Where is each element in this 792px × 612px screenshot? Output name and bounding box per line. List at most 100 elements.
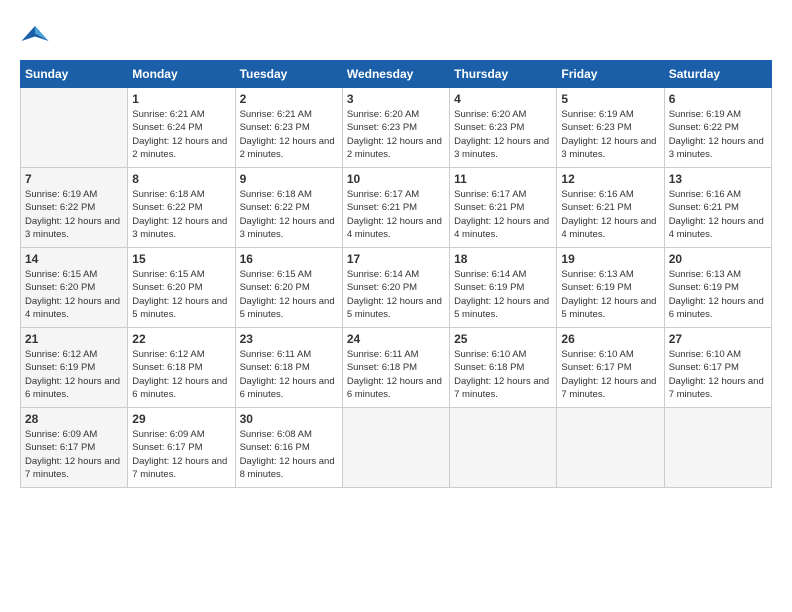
day-number: 19 (561, 252, 659, 266)
calendar-cell: 19 Sunrise: 6:13 AMSunset: 6:19 PMDayligh… (557, 248, 664, 328)
calendar-cell: 7 Sunrise: 6:19 AMSunset: 6:22 PMDaylight… (21, 168, 128, 248)
cell-info: Sunrise: 6:18 AMSunset: 6:22 PMDaylight:… (240, 189, 335, 240)
calendar-cell: 5 Sunrise: 6:19 AMSunset: 6:23 PMDaylight… (557, 88, 664, 168)
logo (20, 20, 54, 50)
cell-info: Sunrise: 6:20 AMSunset: 6:23 PMDaylight:… (454, 109, 549, 160)
calendar-cell: 28Sunrise: 6:09 AMSunset: 6:17 PMDayligh… (21, 408, 128, 488)
cell-info: Sunrise: 6:15 AMSunset: 6:20 PMDaylight:… (25, 269, 120, 320)
day-number: 10 (347, 172, 445, 186)
cell-info: Sunrise: 6:21 AMSunset: 6:23 PMDaylight:… (240, 109, 335, 160)
day-number: 26 (561, 332, 659, 346)
calendar-cell (450, 408, 557, 488)
calendar-cell: 29 Sunrise: 6:09 AMSunset: 6:17 PMDayligh… (128, 408, 235, 488)
calendar-cell: 2 Sunrise: 6:21 AMSunset: 6:23 PMDaylight… (235, 88, 342, 168)
calendar-cell: 9 Sunrise: 6:18 AMSunset: 6:22 PMDaylight… (235, 168, 342, 248)
day-number: 27 (669, 332, 767, 346)
day-header-tuesday: Tuesday (235, 61, 342, 88)
day-number: 23 (240, 332, 338, 346)
calendar-week-2: 7 Sunrise: 6:19 AMSunset: 6:22 PMDaylight… (21, 168, 772, 248)
day-header-friday: Friday (557, 61, 664, 88)
calendar-cell: 1 Sunrise: 6:21 AMSunset: 6:24 PMDaylight… (128, 88, 235, 168)
calendar-cell: 3 Sunrise: 6:20 AMSunset: 6:23 PMDaylight… (342, 88, 449, 168)
calendar-week-5: 28Sunrise: 6:09 AMSunset: 6:17 PMDayligh… (21, 408, 772, 488)
day-header-saturday: Saturday (664, 61, 771, 88)
cell-info: Sunrise: 6:12 AMSunset: 6:18 PMDaylight:… (132, 349, 227, 400)
calendar-cell: 12 Sunrise: 6:16 AMSunset: 6:21 PMDayligh… (557, 168, 664, 248)
calendar-week-3: 14 Sunrise: 6:15 AMSunset: 6:20 PMDayligh… (21, 248, 772, 328)
day-number: 29 (132, 412, 230, 426)
cell-info: Sunrise: 6:08 AMSunset: 6:16 PMDaylight:… (240, 429, 335, 480)
cell-info: Sunrise: 6:15 AMSunset: 6:20 PMDaylight:… (240, 269, 335, 320)
day-number: 30 (240, 412, 338, 426)
cell-info: Sunrise: 6:13 AMSunset: 6:19 PMDaylight:… (561, 269, 656, 320)
day-number: 3 (347, 92, 445, 106)
cell-info: Sunrise: 6:11 AMSunset: 6:18 PMDaylight:… (240, 349, 335, 400)
calendar-cell: 13 Sunrise: 6:16 AMSunset: 6:21 PMDayligh… (664, 168, 771, 248)
cell-info: Sunrise: 6:13 AMSunset: 6:19 PMDaylight:… (669, 269, 764, 320)
cell-info: Sunrise: 6:18 AMSunset: 6:22 PMDaylight:… (132, 189, 227, 240)
day-number: 14 (25, 252, 123, 266)
cell-info: Sunrise: 6:19 AMSunset: 6:23 PMDaylight:… (561, 109, 656, 160)
calendar-cell: 27 Sunrise: 6:10 AMSunset: 6:17 PMDayligh… (664, 328, 771, 408)
day-number: 21 (25, 332, 123, 346)
day-header-thursday: Thursday (450, 61, 557, 88)
day-number: 17 (347, 252, 445, 266)
calendar-cell: 14 Sunrise: 6:15 AMSunset: 6:20 PMDayligh… (21, 248, 128, 328)
day-number: 12 (561, 172, 659, 186)
calendar-header-row: SundayMondayTuesdayWednesdayThursdayFrid… (21, 61, 772, 88)
day-number: 8 (132, 172, 230, 186)
calendar-cell: 23 Sunrise: 6:11 AMSunset: 6:18 PMDayligh… (235, 328, 342, 408)
day-number: 9 (240, 172, 338, 186)
cell-info: Sunrise: 6:10 AMSunset: 6:17 PMDaylight:… (669, 349, 764, 400)
calendar-cell: 6 Sunrise: 6:19 AMSunset: 6:22 PMDaylight… (664, 88, 771, 168)
calendar-cell: 10 Sunrise: 6:17 AMSunset: 6:21 PMDayligh… (342, 168, 449, 248)
calendar-week-1: 1 Sunrise: 6:21 AMSunset: 6:24 PMDaylight… (21, 88, 772, 168)
logo-icon (20, 20, 50, 50)
cell-info: Sunrise: 6:10 AMSunset: 6:18 PMDaylight:… (454, 349, 549, 400)
cell-info: Sunrise: 6:12 AMSunset: 6:19 PMDaylight:… (25, 349, 120, 400)
calendar-cell: 8 Sunrise: 6:18 AMSunset: 6:22 PMDaylight… (128, 168, 235, 248)
cell-info: Sunrise: 6:21 AMSunset: 6:24 PMDaylight:… (132, 109, 227, 160)
cell-info: Sunrise: 6:14 AMSunset: 6:19 PMDaylight:… (454, 269, 549, 320)
calendar-cell: 20 Sunrise: 6:13 AMSunset: 6:19 PMDayligh… (664, 248, 771, 328)
cell-info: Sunrise: 6:20 AMSunset: 6:23 PMDaylight:… (347, 109, 442, 160)
day-number: 13 (669, 172, 767, 186)
day-number: 6 (669, 92, 767, 106)
cell-info: Sunrise: 6:19 AMSunset: 6:22 PMDaylight:… (669, 109, 764, 160)
cell-info: Sunrise: 6:09 AMSunset: 6:17 PMDaylight:… (132, 429, 227, 480)
day-number: 7 (25, 172, 123, 186)
cell-info: Sunrise: 6:16 AMSunset: 6:21 PMDaylight:… (669, 189, 764, 240)
day-number: 1 (132, 92, 230, 106)
day-number: 2 (240, 92, 338, 106)
day-header-monday: Monday (128, 61, 235, 88)
page-header (20, 20, 772, 50)
calendar-cell: 16 Sunrise: 6:15 AMSunset: 6:20 PMDayligh… (235, 248, 342, 328)
day-header-sunday: Sunday (21, 61, 128, 88)
day-number: 18 (454, 252, 552, 266)
cell-info: Sunrise: 6:10 AMSunset: 6:17 PMDaylight:… (561, 349, 656, 400)
cell-info: Sunrise: 6:16 AMSunset: 6:21 PMDaylight:… (561, 189, 656, 240)
day-number: 16 (240, 252, 338, 266)
calendar-cell: 4 Sunrise: 6:20 AMSunset: 6:23 PMDaylight… (450, 88, 557, 168)
calendar-cell: 25 Sunrise: 6:10 AMSunset: 6:18 PMDayligh… (450, 328, 557, 408)
calendar-cell: 24Sunrise: 6:11 AMSunset: 6:18 PMDayligh… (342, 328, 449, 408)
cell-info: Sunrise: 6:14 AMSunset: 6:20 PMDaylight:… (347, 269, 442, 320)
day-number: 4 (454, 92, 552, 106)
cell-info: Sunrise: 6:19 AMSunset: 6:22 PMDaylight:… (25, 189, 120, 240)
calendar-body: 1 Sunrise: 6:21 AMSunset: 6:24 PMDaylight… (21, 88, 772, 488)
day-number: 22 (132, 332, 230, 346)
day-number: 11 (454, 172, 552, 186)
calendar-cell (342, 408, 449, 488)
day-number: 25 (454, 332, 552, 346)
cell-info: Sunrise: 6:09 AMSunset: 6:17 PMDaylight:… (25, 429, 120, 480)
calendar-cell: 15Sunrise: 6:15 AMSunset: 6:20 PMDayligh… (128, 248, 235, 328)
calendar-cell: 26 Sunrise: 6:10 AMSunset: 6:17 PMDayligh… (557, 328, 664, 408)
day-number: 20 (669, 252, 767, 266)
calendar-cell: 21 Sunrise: 6:12 AMSunset: 6:19 PMDayligh… (21, 328, 128, 408)
calendar-cell (21, 88, 128, 168)
calendar-cell: 22 Sunrise: 6:12 AMSunset: 6:18 PMDayligh… (128, 328, 235, 408)
calendar-cell: 18 Sunrise: 6:14 AMSunset: 6:19 PMDayligh… (450, 248, 557, 328)
day-number: 15 (132, 252, 230, 266)
day-number: 5 (561, 92, 659, 106)
cell-info: Sunrise: 6:17 AMSunset: 6:21 PMDaylight:… (347, 189, 442, 240)
